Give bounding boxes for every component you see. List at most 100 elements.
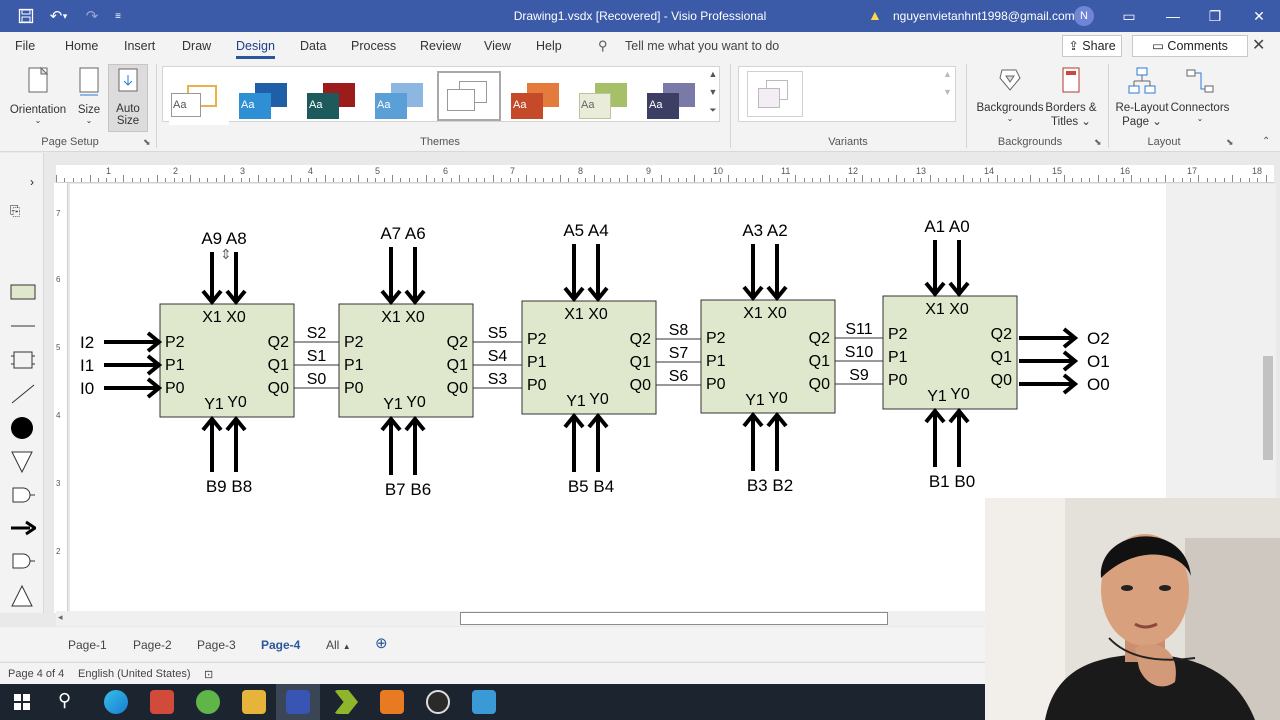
tab-draw[interactable]: Draw: [182, 39, 211, 53]
dialog-launcher-icon[interactable]: ⬊: [1226, 137, 1234, 148]
arrow-shape-icon[interactable]: [10, 519, 36, 537]
line-shape-icon[interactable]: [10, 319, 36, 333]
stencil-icon[interactable]: ⎘: [10, 203, 20, 219]
theme-none-selected[interactable]: [437, 71, 501, 121]
ruler-tick: [232, 178, 234, 182]
q-port-label: Q1: [268, 357, 289, 374]
orientation-button[interactable]: Orientation ⌄: [6, 66, 70, 125]
ruler-tick: [425, 175, 427, 182]
app-blue-icon[interactable]: [472, 690, 496, 714]
horizontal-scroll-thumb[interactable]: [460, 612, 888, 625]
input-label: I1: [80, 356, 94, 375]
gallery-more-icon[interactable]: ⏷: [707, 105, 719, 121]
scroll-left-icon[interactable]: ◂: [58, 612, 63, 623]
theme-green[interactable]: Aa: [577, 77, 637, 125]
windows-start-icon[interactable]: [14, 694, 30, 710]
all-pages-tab[interactable]: All ▲: [326, 638, 351, 652]
tab-home[interactable]: Home: [65, 39, 98, 53]
minimize-button[interactable]: —: [1150, 0, 1196, 32]
collapse-ribbon-icon[interactable]: ⌃: [1262, 136, 1270, 147]
gallery-down-icon[interactable]: ▼: [707, 87, 719, 103]
page-info[interactable]: Page 4 of 4: [8, 668, 64, 680]
triangle-down-icon[interactable]: [10, 449, 36, 475]
ruler-tick: [669, 178, 671, 182]
app-arrow-icon[interactable]: [334, 690, 358, 714]
macro-record-icon[interactable]: ⊡: [204, 668, 213, 681]
share-button[interactable]: ⇪ Share: [1062, 35, 1122, 57]
account-email[interactable]: nguyenvietanhnt1998@gmail.com: [893, 9, 1075, 23]
save-icon[interactable]: [12, 0, 40, 32]
page-tab-1[interactable]: Page-1: [68, 638, 107, 652]
page-tab-3[interactable]: Page-3: [197, 638, 236, 652]
tab-file[interactable]: File: [15, 39, 35, 53]
ruler-tick: [518, 178, 519, 182]
comments-button[interactable]: ▭ Comments: [1132, 35, 1248, 57]
ruler-tick: [660, 175, 662, 182]
theme-purple[interactable]: Aa: [645, 77, 705, 125]
tab-review[interactable]: Review: [420, 39, 461, 53]
rectangle-shape-icon[interactable]: [10, 283, 36, 301]
ribbon-display-options-icon[interactable]: ▭: [1106, 0, 1152, 32]
expand-shapes-icon[interactable]: ›: [30, 175, 34, 189]
theme-office[interactable]: Aa: [169, 77, 229, 125]
ruler-tick: [106, 178, 108, 182]
ruler-tick-label: 3: [56, 479, 61, 488]
component-shape-icon[interactable]: [10, 349, 36, 371]
tab-view[interactable]: View: [484, 39, 511, 53]
ruler-tick-label: 10: [713, 166, 724, 176]
ruler-tick: [1181, 178, 1183, 182]
tab-design[interactable]: Design: [236, 39, 275, 59]
variants-down-icon[interactable]: ▼: [943, 87, 952, 97]
connectors-button[interactable]: Connectors ⌄: [1170, 66, 1230, 123]
search-icon[interactable]: ⚲: [58, 690, 71, 711]
relayout-page-button[interactable]: Re-Layout Page ⌄: [1112, 66, 1172, 128]
app-green-icon[interactable]: [196, 690, 220, 714]
ruler-tick: [996, 175, 998, 182]
tab-process[interactable]: Process: [351, 39, 396, 53]
dialog-launcher-icon[interactable]: ⬊: [1094, 137, 1102, 148]
variants-up-icon[interactable]: ▲: [943, 69, 952, 79]
theme-blue[interactable]: Aa: [237, 77, 297, 125]
tab-insert[interactable]: Insert: [124, 39, 155, 53]
backgrounds-button[interactable]: Backgrounds ⌄: [974, 66, 1046, 123]
circle-shape-icon[interactable]: [10, 415, 36, 441]
close-window-button[interactable]: ✕: [1236, 0, 1280, 32]
avatar[interactable]: N: [1074, 6, 1094, 26]
tab-help[interactable]: Help: [536, 39, 562, 53]
dialog-launcher-icon[interactable]: ⬊: [143, 137, 151, 148]
page-tab-4[interactable]: Page-4: [261, 638, 300, 652]
triangle-up-icon[interactable]: [10, 583, 36, 609]
theme-sky[interactable]: Aa: [373, 77, 433, 125]
borders-titles-button[interactable]: Borders & Titles ⌄: [1044, 66, 1098, 128]
q-port-label: Q0: [809, 376, 830, 393]
page-tab-2[interactable]: Page-2: [133, 638, 172, 652]
visio-taskbar-active[interactable]: [276, 684, 320, 720]
tab-data[interactable]: Data: [300, 39, 326, 53]
app-dial-icon[interactable]: [426, 690, 450, 714]
theme-orange[interactable]: Aa: [509, 77, 569, 125]
language-status[interactable]: English (United States): [78, 668, 191, 680]
tell-me-search[interactable]: Tell me what you want to do: [625, 39, 779, 53]
customize-quick-access-icon[interactable]: ≡: [104, 0, 132, 32]
undo-dropdown-icon[interactable]: ▾: [58, 0, 72, 32]
ruler-tick: [257, 175, 259, 182]
add-page-icon[interactable]: ⊕: [375, 634, 388, 652]
auto-size-button[interactable]: Auto Size: [108, 64, 148, 132]
file-explorer-icon[interactable]: [242, 690, 266, 714]
variant-1[interactable]: [747, 71, 803, 117]
theme-teal[interactable]: Aa: [305, 77, 365, 125]
restore-button[interactable]: ❐: [1192, 0, 1238, 32]
delay-shape-icon[interactable]: [10, 551, 36, 571]
vertical-scroll-thumb[interactable]: [1263, 356, 1273, 460]
snipping-tool-icon[interactable]: [150, 690, 174, 714]
and-gate-icon[interactable]: [10, 485, 36, 505]
size-button[interactable]: Size ⌄: [72, 66, 106, 125]
close-ribbon-icon[interactable]: ✕: [1252, 35, 1265, 55]
diagonal-line-icon[interactable]: [10, 383, 36, 405]
edge-icon[interactable]: [104, 690, 128, 714]
gallery-up-icon[interactable]: ▲: [707, 69, 719, 85]
ruler-tick: [1097, 175, 1099, 182]
redo-icon[interactable]: ↷: [78, 0, 106, 32]
horizontal-scrollbar[interactable]: ◂: [56, 611, 986, 626]
app-orange-icon[interactable]: [380, 690, 404, 714]
